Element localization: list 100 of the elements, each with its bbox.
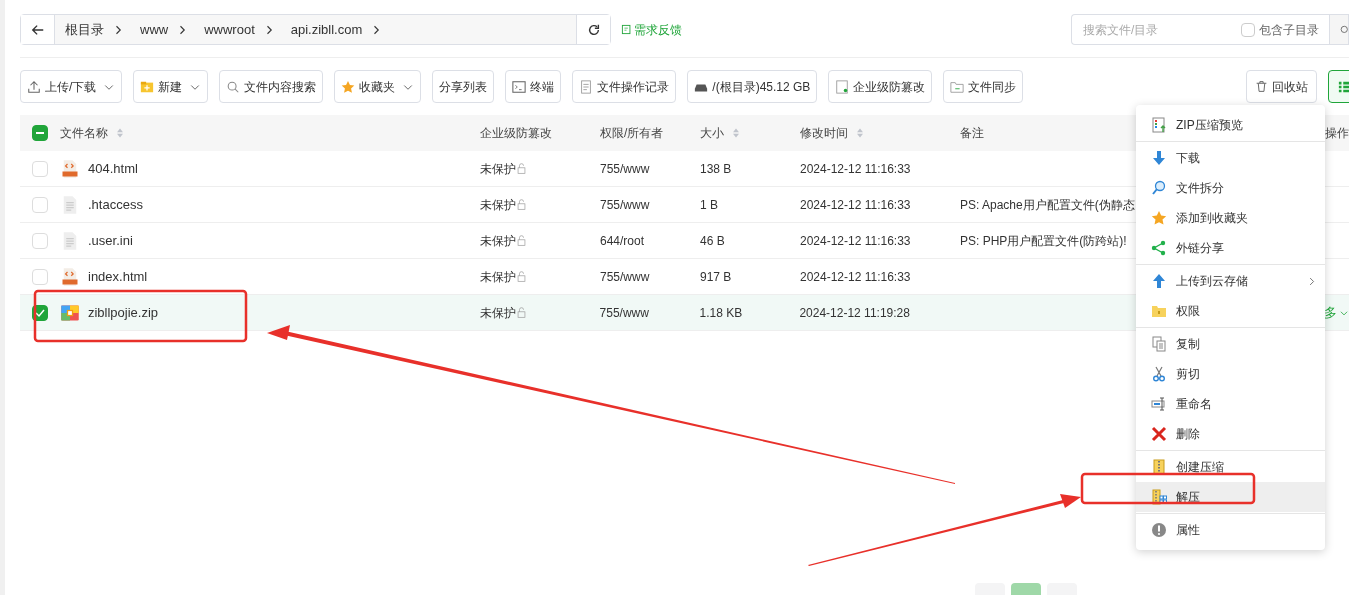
search-button[interactable] xyxy=(1329,14,1349,45)
html-file-icon xyxy=(60,266,80,287)
star-icon xyxy=(341,79,356,94)
menu-item[interactable]: 重命名 xyxy=(1136,389,1325,419)
toolbar-button[interactable]: 文件同步 xyxy=(943,70,1024,103)
zipper-icon xyxy=(1151,459,1167,475)
menu-item[interactable]: 删除 xyxy=(1136,419,1325,449)
document-icon xyxy=(579,79,594,94)
table-cell: PS: Apache用户配置文件(伪静态 xyxy=(960,197,1135,212)
toolbar-button[interactable]: 收藏夹 xyxy=(334,70,422,103)
toolbar-button[interactable]: 新建 xyxy=(133,70,209,103)
delete-icon xyxy=(1151,426,1167,442)
folder-icon xyxy=(950,79,965,94)
checkbox[interactable] xyxy=(32,125,48,141)
column-header: 修改时间 xyxy=(800,125,848,142)
refresh-icon xyxy=(586,22,601,37)
share-icon xyxy=(1151,240,1167,256)
scissors-icon xyxy=(1151,366,1167,382)
column-header: 备注 xyxy=(960,125,984,142)
folder-icon xyxy=(1151,303,1167,319)
column-header: 大小 xyxy=(700,125,724,142)
upload-icon xyxy=(27,79,41,94)
minus-icon xyxy=(36,132,44,134)
toolbar-button[interactable]: 文件操作记录 xyxy=(572,70,677,103)
column-header: 文件名称 xyxy=(60,125,108,142)
back-button[interactable] xyxy=(21,15,55,44)
column-header: 权限/所有者 xyxy=(600,125,664,142)
toolbar-button[interactable]: 终端 xyxy=(505,70,562,103)
toolbar-button[interactable]: /(根目录)45.12 GB xyxy=(687,70,818,103)
unlock-icon xyxy=(516,199,527,210)
table-cell-text: 未保护 xyxy=(480,268,516,286)
menu-item[interactable]: 上传到云存储 xyxy=(1136,266,1325,296)
search-field[interactable]: 搜索文件/目录 xyxy=(1071,14,1241,45)
checkmark-icon xyxy=(35,307,45,318)
menu-item[interactable]: ZIP压缩预览 xyxy=(1136,110,1325,140)
refresh-button[interactable] xyxy=(576,15,610,44)
file-name-link[interactable]: .htaccess xyxy=(88,194,143,215)
table-cell: 644/root xyxy=(600,233,645,248)
folder-plus-icon xyxy=(140,79,155,94)
terminal-icon xyxy=(512,79,527,94)
table-cell: 755/www xyxy=(600,161,650,176)
toolbar-button[interactable]: 企业级防篡改 xyxy=(828,70,933,103)
toolbar-button[interactable]: 上传/下载 xyxy=(20,70,123,103)
table-cell: 2024-12-12 11:16:33 xyxy=(800,161,911,176)
list-icon xyxy=(1337,79,1349,94)
column-header: 企业级防篡改 xyxy=(480,125,552,142)
info-icon xyxy=(1151,522,1167,538)
table-cell: 2024-12-12 11:16:33 xyxy=(800,269,911,284)
table-cell-text: 未保护 xyxy=(480,196,516,214)
menu-item[interactable]: 下载 xyxy=(1136,143,1325,173)
toolbar-button[interactable]: 分享列表 xyxy=(432,70,495,103)
table-cell: 2024-12-12 11:16:33 xyxy=(800,233,911,248)
rename-icon xyxy=(1151,396,1167,412)
table-cell: 755/www xyxy=(600,269,650,284)
trash-icon xyxy=(1255,80,1268,93)
menu-item[interactable]: 添加到收藏夹 xyxy=(1136,203,1325,233)
table-cell-text: 未保护 xyxy=(480,160,516,178)
table-cell: 2024-12-12 11:16:33 xyxy=(800,197,911,212)
menu-item[interactable]: 属性 xyxy=(1136,515,1325,545)
menu-item[interactable]: 剪切 xyxy=(1136,359,1325,389)
table-cell: 755/www xyxy=(599,305,649,320)
file-name-link[interactable]: 404.html xyxy=(88,158,138,179)
table-cell: 138 B xyxy=(700,161,732,176)
menu-item[interactable]: 文件拆分 xyxy=(1136,173,1325,203)
table-cell-text: 未保护 xyxy=(479,304,516,322)
include-subdirectories-checkbox[interactable]: 包含子目录 xyxy=(1241,14,1329,45)
file-name-link[interactable]: index.html xyxy=(88,266,148,287)
table-cell: 2024-12-12 11:19:28 xyxy=(799,305,910,320)
breadcrumb-item[interactable]: www xyxy=(138,19,171,40)
unlock-icon xyxy=(516,235,527,246)
table-cell: PS: PHP用户配置文件(防跨站)! xyxy=(960,233,1127,248)
breadcrumb-item[interactable]: api.zibll.com xyxy=(288,19,365,40)
table-cell: 1 B xyxy=(700,197,718,212)
magnifier-icon xyxy=(1151,180,1167,196)
zipper-icon xyxy=(1151,489,1167,505)
table-cell: 46 B xyxy=(700,233,725,248)
breadcrumb-item[interactable]: wwwroot xyxy=(202,19,257,40)
html-file-icon xyxy=(60,158,80,179)
menu-item[interactable]: 权限 xyxy=(1136,296,1325,326)
file-name-link[interactable]: zibllpojie.zip xyxy=(87,302,159,323)
table-cell: 755/www xyxy=(600,197,650,212)
table-cell: 1.18 KB xyxy=(699,305,743,320)
menu-item[interactable]: 创建压缩 xyxy=(1136,452,1325,482)
star-icon xyxy=(1151,210,1167,226)
file-name-link[interactable]: .user.ini xyxy=(88,230,133,251)
menu-item[interactable]: 复制 xyxy=(1136,329,1325,359)
menu-item[interactable]: 外链分享 xyxy=(1136,233,1325,263)
document-icon xyxy=(835,79,850,94)
upload-icon xyxy=(1151,273,1167,289)
menu-item[interactable]: 解压 xyxy=(1136,482,1325,512)
document-chart-icon xyxy=(1151,117,1167,133)
recycle-bin-button[interactable]: 回收站 xyxy=(1246,70,1317,103)
back-arrow-icon xyxy=(30,22,45,37)
unlock-icon xyxy=(516,163,527,174)
download-icon xyxy=(1151,150,1167,166)
unlock-icon xyxy=(515,307,527,318)
toolbar-button[interactable]: 文件内容搜索 xyxy=(219,70,324,103)
column-header: 操作 xyxy=(1325,125,1349,142)
breadcrumb-item[interactable]: 根目录 xyxy=(63,19,106,40)
table-cell: 917 B xyxy=(700,269,732,284)
